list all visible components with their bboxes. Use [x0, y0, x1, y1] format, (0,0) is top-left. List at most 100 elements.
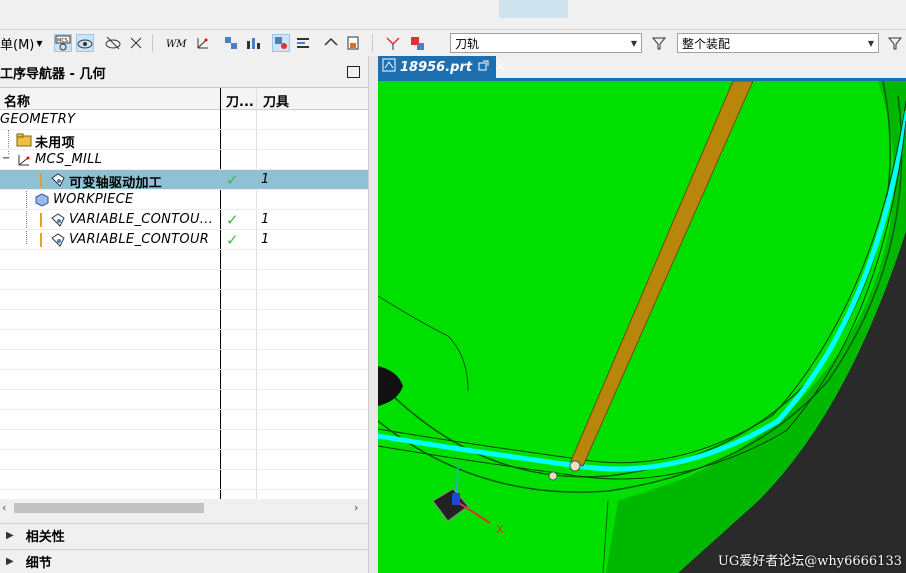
status-marker	[40, 233, 42, 247]
wm-icon[interactable]: WM	[164, 34, 188, 52]
watermark: UG爱好者论坛@why6666133	[717, 554, 902, 569]
empty-row	[0, 470, 368, 490]
tool-tip	[569, 460, 581, 472]
viewport-tab-label: 18956.prt	[400, 59, 473, 75]
section-relevance[interactable]: ▶ 相关性	[0, 523, 368, 547]
close-icon[interactable]: ✕	[495, 60, 506, 75]
maximize-icon[interactable]	[347, 66, 360, 78]
column-header-path[interactable]: 刀...	[226, 91, 254, 110]
select-filter-icon[interactable]	[886, 34, 904, 52]
pop-out-icon[interactable]	[478, 60, 489, 75]
part-file-icon	[382, 58, 396, 76]
title-strip	[0, 0, 906, 28]
collapse-icon[interactable]: −	[2, 153, 10, 164]
row-label: 未用项	[35, 136, 75, 151]
filter-icon[interactable]	[650, 34, 668, 52]
row-label: 可变轴驱动加工	[69, 176, 163, 191]
separator	[372, 34, 373, 52]
scrollbar-thumb[interactable]	[14, 503, 204, 513]
svg-text:MCS: MCS	[57, 38, 68, 44]
empty-row	[0, 410, 368, 430]
pane-splitter[interactable]	[368, 56, 378, 573]
tree-header: 名称 刀... 刀具	[0, 88, 368, 110]
tree-row-variable-contour-2[interactable]: VARIABLE_CONTOUR ✓ 1	[0, 230, 368, 250]
tree-row-variable-contour-1[interactable]: VARIABLE_CONTOU... ✓ 1	[0, 210, 368, 230]
column-header-tool[interactable]: 刀具	[263, 91, 289, 110]
horizontal-scrollbar[interactable]: ‹ ›	[0, 499, 368, 517]
toolpath-filter-value: 刀轨	[455, 36, 480, 51]
check-icon: ✓	[226, 171, 239, 189]
empty-row	[0, 330, 368, 350]
folder-icon	[16, 132, 32, 148]
assembly-scope-value: 整个装配	[682, 36, 731, 51]
generate-toolpath-icon[interactable]	[384, 34, 402, 52]
tree-row-unused[interactable]: 未用项	[0, 130, 368, 151]
viewport-tab[interactable]: 18956.prt ✕	[378, 56, 506, 78]
tree-row-mcs-mill[interactable]: − MCS_MILL	[0, 150, 368, 170]
menu-button[interactable]: 单(M) ▼	[0, 34, 43, 53]
empty-row	[0, 450, 368, 470]
chevron-down-icon: ▼	[867, 38, 874, 48]
verify-toolpath-icon[interactable]	[408, 34, 426, 52]
section-label: 细节	[25, 556, 52, 571]
part-model-graphic: X	[378, 81, 906, 573]
scroll-right-icon[interactable]: ›	[354, 501, 358, 514]
empty-row	[0, 250, 368, 270]
row-label: VARIABLE_CONTOU...	[69, 212, 214, 227]
hide-eye-icon[interactable]	[104, 34, 122, 52]
tool-number: 1	[261, 172, 270, 187]
expand-icon: ▶	[6, 530, 14, 541]
method-view-icon[interactable]	[294, 34, 312, 52]
scroll-left-icon[interactable]: ‹	[2, 501, 6, 514]
check-icon: ✓	[226, 231, 239, 249]
operation-icon	[50, 212, 66, 228]
expand-icon: ▶	[6, 556, 14, 567]
section-details[interactable]: ▶ 细节	[0, 549, 368, 573]
toolpath-filter-select[interactable]: 刀轨 ▼	[450, 33, 642, 53]
section-label: 相关性	[25, 530, 65, 545]
row-label: MCS_MILL	[35, 152, 103, 167]
check-icon: ✓	[226, 211, 239, 229]
chevron-down-icon: ▼	[36, 38, 43, 48]
tool-number: 1	[261, 232, 270, 247]
empty-row	[0, 430, 368, 450]
geometry-view-icon[interactable]	[272, 34, 290, 52]
row-label: GEOMETRY	[0, 112, 76, 127]
coordinate-system-icon	[16, 152, 32, 168]
link-icon[interactable]	[322, 34, 340, 52]
assembly-scope-select[interactable]: 整个装配 ▼	[677, 33, 879, 53]
svg-text:WM: WM	[166, 39, 187, 50]
menu-label: 单(M)	[0, 37, 35, 53]
operation-icon	[50, 172, 66, 188]
eye-icon[interactable]	[76, 34, 94, 52]
workpiece-icon	[34, 192, 50, 208]
mcs-icon[interactable]: MCS	[54, 34, 72, 52]
row-label: WORKPIECE	[53, 192, 134, 207]
tree-row-geometry[interactable]: GEOMETRY	[0, 110, 368, 130]
empty-row	[0, 290, 368, 310]
axis-icon[interactable]	[194, 34, 212, 52]
transform-icon[interactable]	[127, 34, 145, 52]
empty-row	[0, 270, 368, 290]
toolbar: 单(M) ▼ MCS WM 刀轨 ▼ 整个装配 ▼	[0, 29, 906, 55]
status-marker	[40, 213, 42, 227]
machine-tool-view-icon[interactable]	[244, 34, 262, 52]
highlighted-tab[interactable]	[499, 0, 568, 18]
separator	[152, 34, 153, 52]
empty-row	[0, 390, 368, 410]
operation-navigator-tree: 名称 刀... 刀具 GEOMETRY 未用项 − MCS_MILL 可变轴驱动…	[0, 87, 368, 501]
empty-row	[0, 350, 368, 370]
empty-row	[0, 370, 368, 390]
graphics-viewport[interactable]: X UG爱好者论坛@why6666133	[378, 81, 906, 573]
contact-point	[548, 471, 558, 481]
column-header-name[interactable]: 名称	[4, 91, 30, 110]
axis-label-x: X	[496, 523, 504, 536]
tree-row-variable-axis-op[interactable]: 可变轴驱动加工 ✓ 1	[0, 170, 368, 191]
shop-doc-icon[interactable]	[344, 34, 362, 52]
program-view-icon[interactable]	[222, 34, 240, 52]
chevron-down-icon: ▼	[630, 38, 637, 48]
tree-row-workpiece[interactable]: WORKPIECE	[0, 190, 368, 210]
status-marker	[40, 173, 42, 187]
navigator-title: 工序导航器 - 几何	[0, 66, 106, 82]
tool-number: 1	[261, 212, 270, 227]
